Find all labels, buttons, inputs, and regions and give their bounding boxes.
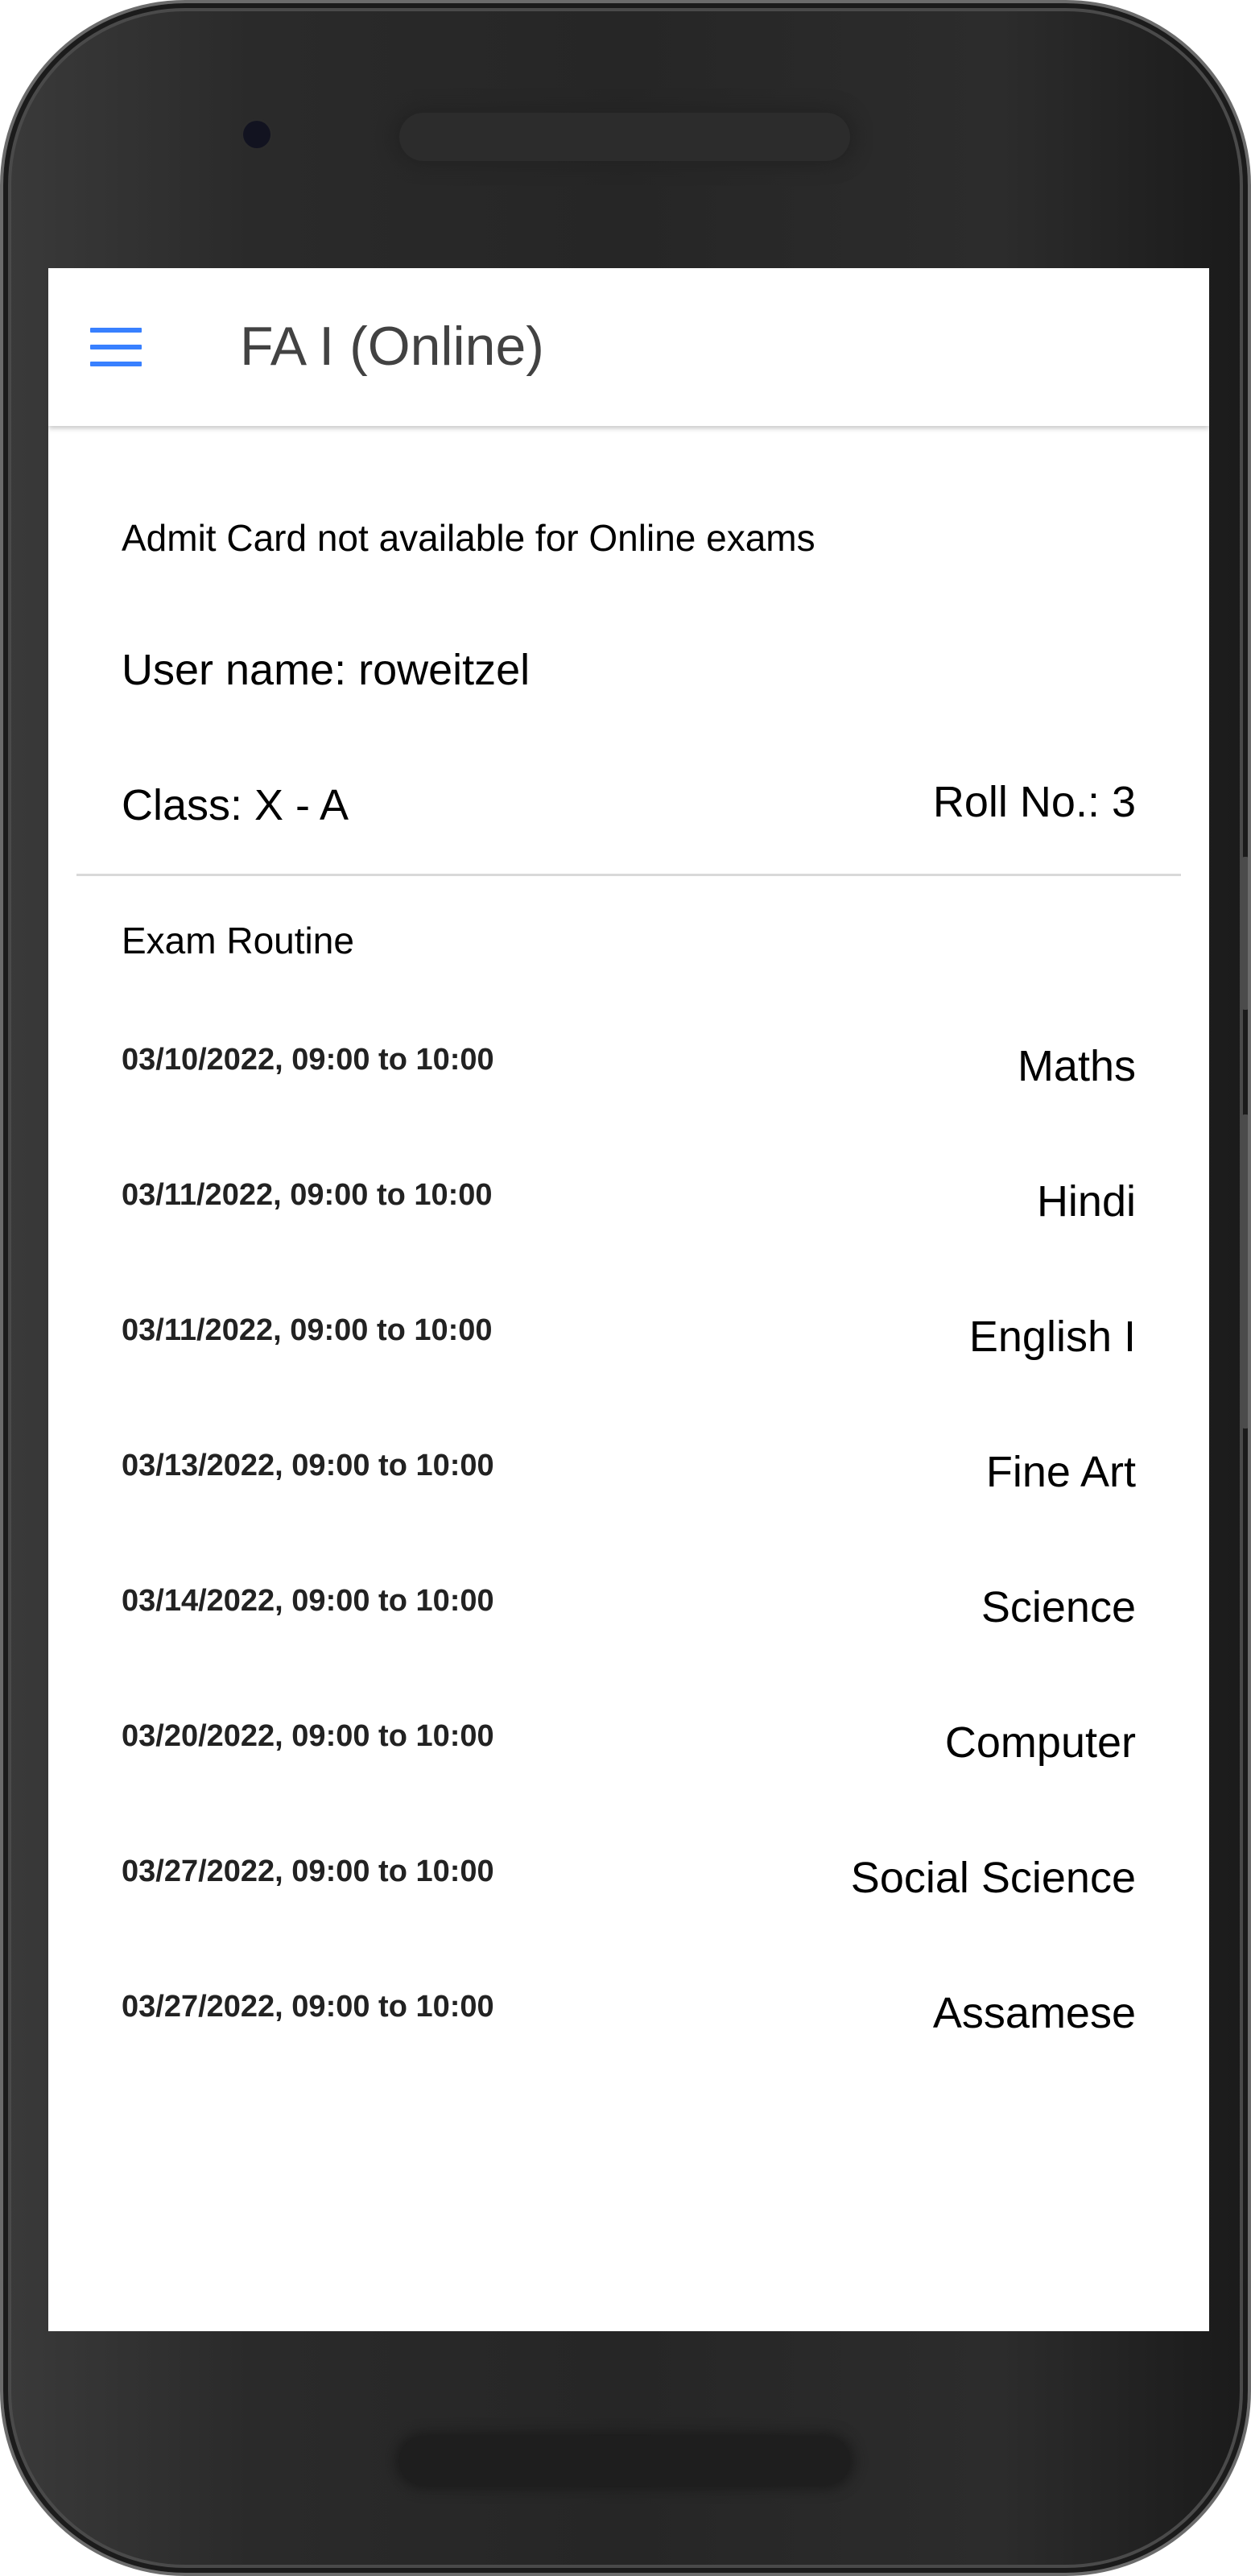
class-label: Class: X - A bbox=[122, 781, 349, 829]
hamburger-menu-icon[interactable] bbox=[81, 316, 145, 378]
front-camera bbox=[243, 121, 270, 148]
exam-row: 03/13/2022, 09:00 to 10:00 Fine Art bbox=[48, 1402, 1209, 1537]
exam-row: 03/11/2022, 09:00 to 10:00 Hindi bbox=[48, 1131, 1209, 1267]
exam-subject: English I bbox=[968, 1313, 1136, 1361]
exam-row: 03/20/2022, 09:00 to 10:00 Computer bbox=[48, 1673, 1209, 1808]
exam-subject: Hindi bbox=[1036, 1177, 1136, 1226]
exam-subject: Assamese bbox=[932, 1989, 1136, 2037]
exam-row: 03/10/2022, 09:00 to 10:00 Maths bbox=[48, 996, 1209, 1131]
exam-datetime: 03/14/2022, 09:00 to 10:00 bbox=[122, 1584, 494, 1618]
exam-datetime: 03/27/2022, 09:00 to 10:00 bbox=[122, 1990, 494, 2024]
exam-datetime: 03/20/2022, 09:00 to 10:00 bbox=[122, 1719, 494, 1753]
exam-subject: Social Science bbox=[850, 1854, 1136, 1902]
exam-subject: Fine Art bbox=[985, 1448, 1136, 1496]
earpiece-speaker bbox=[399, 113, 850, 161]
divider bbox=[76, 874, 1181, 876]
roll-number-label: Roll No.: 3 bbox=[932, 778, 1136, 826]
bottom-speaker bbox=[399, 2437, 850, 2485]
exam-routine-heading: Exam Routine bbox=[122, 920, 354, 961]
side-button-lower bbox=[1241, 1114, 1248, 1429]
admit-card-notice: Admit Card not available for Online exam… bbox=[122, 517, 815, 559]
phone-frame: FA I (Online) Admit Card not available f… bbox=[0, 0, 1251, 2576]
exam-datetime: 03/11/2022, 09:00 to 10:00 bbox=[122, 1313, 493, 1347]
username-label: User name: roweitzel bbox=[122, 646, 531, 694]
app-toolbar: FA I (Online) bbox=[48, 268, 1209, 426]
page-title: FA I (Online) bbox=[240, 316, 544, 377]
side-button-upper bbox=[1241, 857, 1248, 1010]
exam-row: 03/11/2022, 09:00 to 10:00 English I bbox=[48, 1267, 1209, 1402]
exam-datetime: 03/27/2022, 09:00 to 10:00 bbox=[122, 1854, 494, 1888]
exam-datetime: 03/10/2022, 09:00 to 10:00 bbox=[122, 1043, 494, 1077]
exam-subject: Computer bbox=[944, 1718, 1136, 1767]
exam-row: 03/27/2022, 09:00 to 10:00 Social Scienc… bbox=[48, 1808, 1209, 1943]
exam-row: 03/14/2022, 09:00 to 10:00 Science bbox=[48, 1537, 1209, 1673]
exam-subject: Maths bbox=[1017, 1042, 1136, 1090]
exam-subject: Science bbox=[981, 1583, 1136, 1631]
exam-datetime: 03/13/2022, 09:00 to 10:00 bbox=[122, 1449, 494, 1482]
exam-routine-list: 03/10/2022, 09:00 to 10:00 Maths 03/11/2… bbox=[48, 996, 1209, 2078]
exam-datetime: 03/11/2022, 09:00 to 10:00 bbox=[122, 1178, 493, 1212]
app-screen: FA I (Online) Admit Card not available f… bbox=[48, 268, 1209, 2331]
exam-row: 03/27/2022, 09:00 to 10:00 Assamese bbox=[48, 1943, 1209, 2078]
